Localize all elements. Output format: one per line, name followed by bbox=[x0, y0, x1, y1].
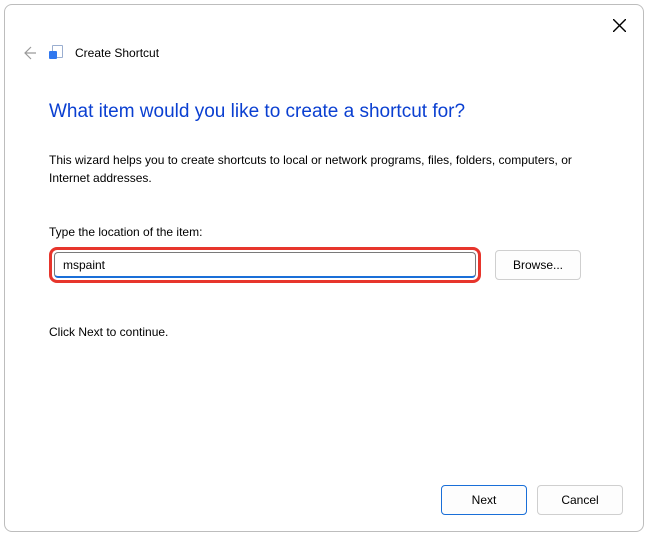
wizard-heading: What item would you like to create a sho… bbox=[49, 101, 599, 123]
input-row: Browse... bbox=[49, 247, 599, 283]
shortcut-icon bbox=[49, 45, 65, 61]
location-input-highlight bbox=[49, 247, 481, 283]
header-row: Create Shortcut bbox=[19, 43, 159, 63]
location-input[interactable] bbox=[54, 252, 476, 278]
next-button[interactable]: Next bbox=[441, 485, 527, 515]
titlebar bbox=[5, 5, 643, 45]
browse-button[interactable]: Browse... bbox=[495, 250, 581, 280]
close-icon bbox=[613, 19, 626, 32]
close-button[interactable] bbox=[605, 11, 633, 39]
wizard-description: This wizard helps you to create shortcut… bbox=[49, 151, 599, 187]
dialog-window: Create Shortcut What item would you like… bbox=[4, 4, 644, 532]
back-arrow-icon bbox=[21, 45, 37, 61]
location-label: Type the location of the item: bbox=[49, 225, 599, 239]
cancel-button[interactable]: Cancel bbox=[537, 485, 623, 515]
content-area: What item would you like to create a sho… bbox=[49, 101, 599, 339]
footer-buttons: Next Cancel bbox=[441, 485, 623, 515]
header-title: Create Shortcut bbox=[75, 46, 159, 60]
continue-text: Click Next to continue. bbox=[49, 325, 599, 339]
back-button[interactable] bbox=[19, 43, 39, 63]
